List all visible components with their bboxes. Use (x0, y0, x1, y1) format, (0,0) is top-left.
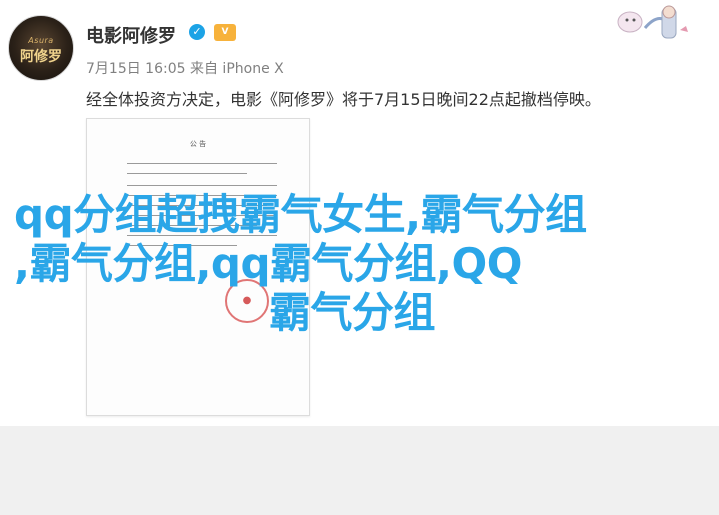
overlay-line-3: 霸气分组 (269, 288, 436, 337)
username-link[interactable]: 电影阿修罗 (86, 22, 176, 48)
verified-icon: ✓ (189, 24, 205, 40)
avatar-logo-title: 阿修罗 (20, 49, 62, 65)
document-title: 公 告 (189, 140, 207, 148)
post-source: 来自 iPhone X (189, 61, 284, 77)
document-text-line (127, 185, 277, 186)
weibo-post-card: Asura 阿修罗 电影阿修罗 ✓ V 7月15日 16:05 来自 iPhon… (0, 0, 719, 426)
overlay-line-2: ,霸气分组,qq霸气分组,QQ (14, 239, 522, 288)
post-meta: 7月15日 16:05 来自 iPhone X (86, 58, 284, 78)
post-date-link[interactable]: 7月15日 16:05 (86, 61, 186, 77)
avatar-logo-text: Asura (28, 36, 54, 45)
document-text-line (127, 173, 247, 174)
vip-badge-icon: V (214, 24, 236, 41)
overlay-line-1: qq分组超拽霸气女生,霸气分组 (14, 190, 587, 239)
overlay-title: qq分组超拽霸气女生,霸气分组 ,霸气分组,qq霸气分组,QQ 霸气分组 (14, 190, 654, 337)
post-text: 经全体投资方决定，电影《阿修罗》将于7月15日晚间22点起撤档停映。 (86, 90, 601, 109)
avatar[interactable]: Asura 阿修罗 (8, 15, 74, 81)
mascot-illustration (617, 5, 688, 39)
document-text-line (127, 163, 277, 164)
